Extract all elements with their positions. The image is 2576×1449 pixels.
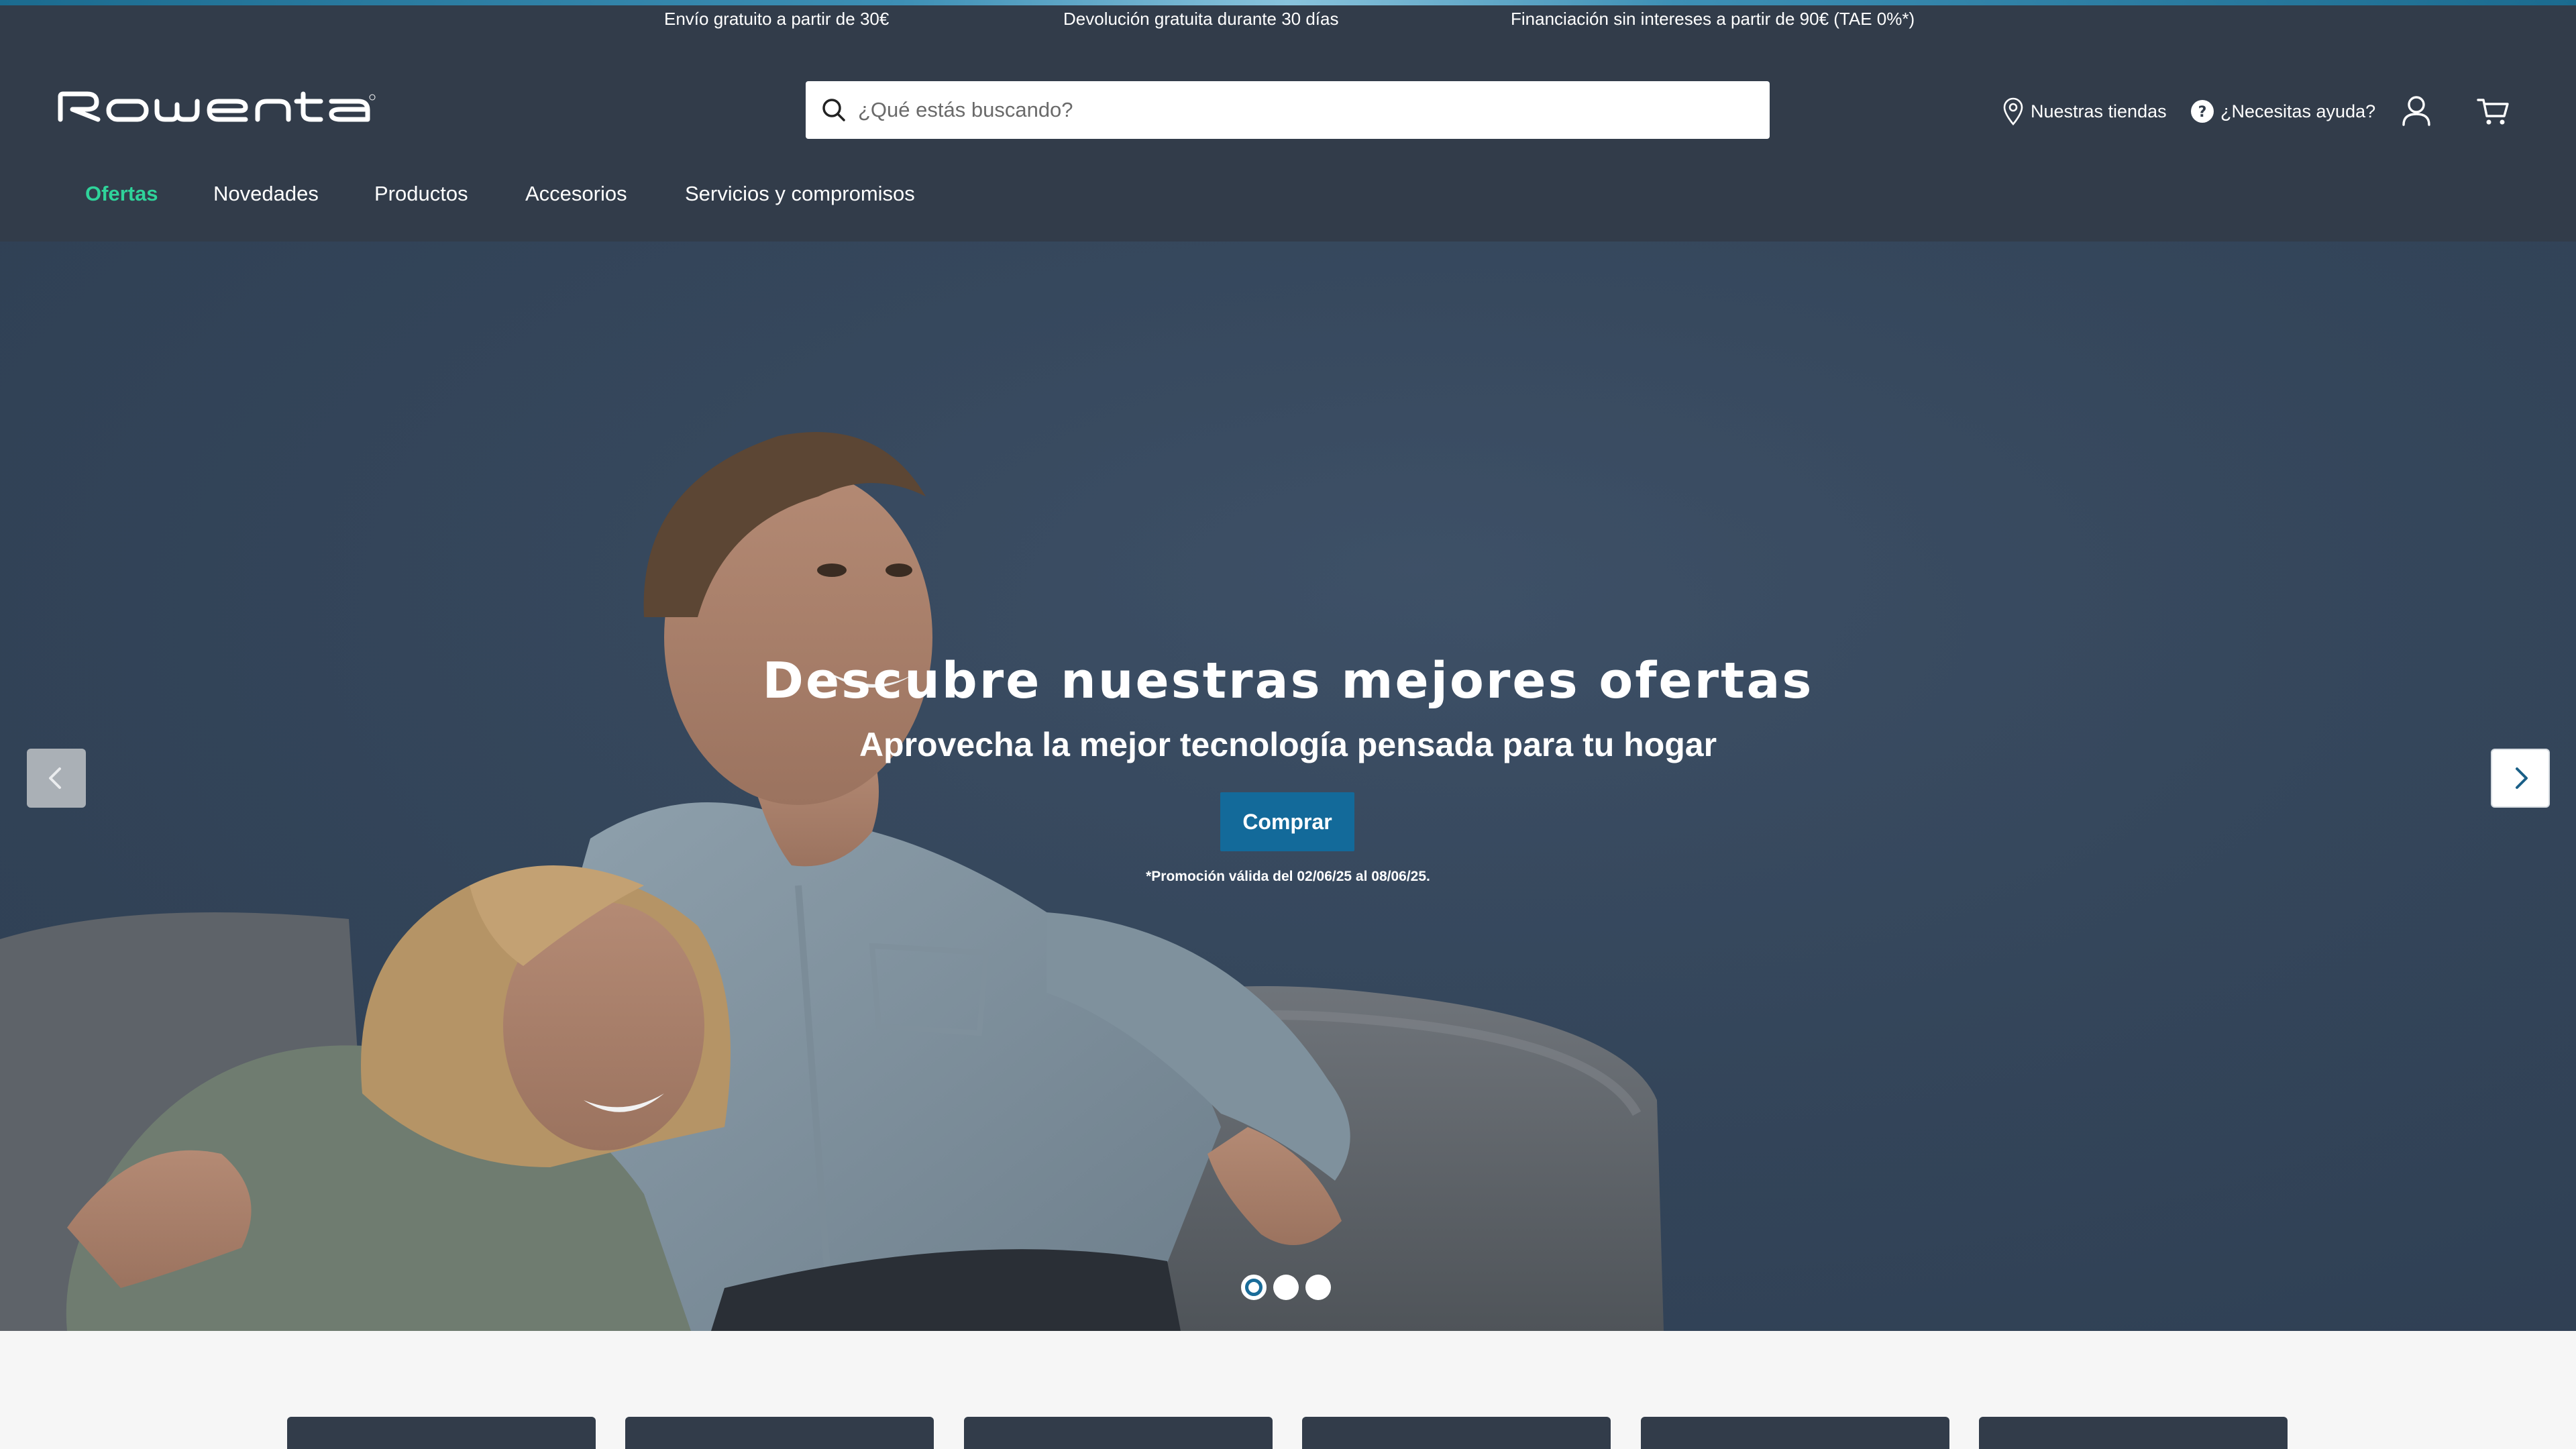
accent-stripe <box>0 0 2576 5</box>
nav-item-ofertas[interactable]: Ofertas <box>85 177 158 211</box>
carousel-dot-1[interactable] <box>1241 1275 1267 1300</box>
search-input[interactable] <box>858 81 1757 139</box>
nav-item-servicios[interactable]: Servicios y compromisos <box>685 177 915 211</box>
category-card[interactable] <box>1979 1417 2288 1449</box>
location-pin-icon <box>2003 97 2023 125</box>
rowenta-logo[interactable] <box>58 91 376 122</box>
cart-button[interactable] <box>2475 93 2512 130</box>
registered-mark-icon <box>369 94 376 101</box>
hero-banner: Descubre nuestras mejores ofertas Aprove… <box>0 241 2576 1331</box>
carousel-dot-3[interactable] <box>1305 1275 1331 1300</box>
help-link[interactable]: ? ¿Necesitas ayuda? <box>2190 94 2375 129</box>
account-button[interactable] <box>2398 92 2435 129</box>
carousel-prev-button[interactable] <box>27 749 86 808</box>
search-box <box>806 81 1770 139</box>
hero-subtitle: Aprovecha la mejor tecnología pensada pa… <box>859 726 1717 763</box>
promo-free-returns: Devolución gratuita durante 30 días <box>1063 9 1339 29</box>
nav-item-productos[interactable]: Productos <box>374 177 468 211</box>
promo-financing: Financiación sin intereses a partir de 9… <box>1511 9 1915 29</box>
help-link-label: ¿Necesitas ayuda? <box>2220 101 2376 121</box>
hero-photo <box>0 241 2576 1331</box>
search-icon[interactable] <box>819 95 849 125</box>
promo-disclaimer: *Promoción válida del 02/06/25 al 08/06/… <box>1146 869 1430 884</box>
nav-item-accesorios[interactable]: Accesorios <box>525 177 627 211</box>
category-card[interactable] <box>1302 1417 1611 1449</box>
chevron-right-icon <box>2516 767 2528 789</box>
category-card[interactable] <box>287 1417 596 1449</box>
hero-title: Descubre nuestras mejores ofertas <box>762 652 1814 710</box>
svg-text:?: ? <box>2198 104 2207 121</box>
carousel-next-button[interactable] <box>2491 749 2550 808</box>
nav-item-novedades[interactable]: Novedades <box>213 177 319 211</box>
shop-button[interactable]: Comprar <box>1220 792 1354 851</box>
category-card[interactable] <box>625 1417 934 1449</box>
user-icon <box>2402 96 2430 126</box>
category-strip <box>0 1331 2576 1449</box>
page: Envío gratuito a partir de 30€ Devolució… <box>0 0 2576 1449</box>
chevron-left-icon <box>49 767 61 789</box>
stores-link-label: Nuestras tiendas <box>2031 101 2167 121</box>
carousel-dot-2[interactable] <box>1273 1275 1299 1300</box>
cart-icon <box>2477 99 2509 125</box>
stores-link[interactable]: Nuestras tiendas <box>2001 94 2167 129</box>
help-circle-icon: ? <box>2191 100 2214 123</box>
site-header: Envío gratuito a partir de 30€ Devolució… <box>0 0 2576 241</box>
category-card[interactable] <box>964 1417 1273 1449</box>
carousel-dots <box>1241 1275 1335 1301</box>
promo-free-shipping: Envío gratuito a partir de 30€ <box>664 9 890 29</box>
category-card[interactable] <box>1641 1417 1949 1449</box>
